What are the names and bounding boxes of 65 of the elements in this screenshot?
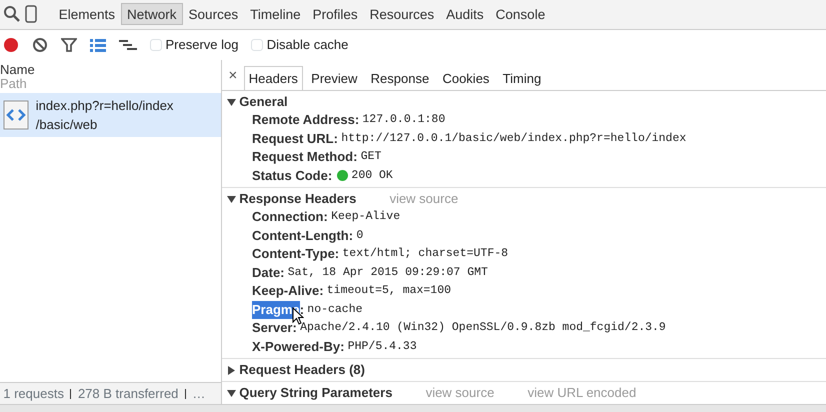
header-name: Server: — [252, 319, 297, 337]
section-title[interactable]: Request Headers (8) — [239, 361, 365, 379]
header-value: text/html; charset=UTF-8 — [342, 246, 508, 262]
panel-tab[interactable]: Elements — [52, 3, 122, 26]
checkbox-text[interactable]: Preserve log — [166, 35, 238, 55]
panel-tab[interactable]: Network — [121, 3, 183, 26]
request-path: /basic/web — [36, 116, 98, 134]
detail-tab[interactable]: Response — [366, 66, 434, 90]
header-name: Status Code: — [252, 166, 332, 184]
detail-tab[interactable]: Headers — [244, 66, 303, 90]
status-text: … — [192, 384, 206, 403]
column-header[interactable]: Name — [0, 63, 221, 78]
header-name: Date: — [252, 264, 285, 282]
header-value: Keep-Alive — [331, 209, 400, 225]
panel-tab[interactable]: Audits — [440, 3, 490, 26]
panel-tab[interactable]: Resources — [364, 3, 440, 26]
header-value: 127.0.0.1:80 — [362, 112, 446, 128]
filter-icon[interactable] — [61, 36, 78, 53]
phone-icon[interactable] — [24, 5, 36, 24]
separator-colon: : — [300, 300, 304, 316]
detail-tab[interactable]: Preview — [306, 66, 362, 90]
section-title[interactable]: Query String Parameters — [239, 384, 392, 402]
header-name: Content-Type: — [252, 245, 340, 263]
panel-tab[interactable]: Profiles — [306, 3, 364, 26]
checkbox[interactable] — [251, 38, 264, 51]
clear-icon[interactable] — [32, 36, 48, 53]
header-name: Content-Length: — [252, 226, 354, 245]
request-row[interactable]: index.php?r=hello/index /basic/web — [0, 92, 221, 137]
document-icon — [3, 100, 30, 130]
section-title[interactable]: Response Headers — [239, 190, 356, 208]
expanded-arrow-icon[interactable] — [227, 194, 236, 204]
header-name: Connection: — [252, 208, 328, 226]
header-value: 200 OK — [351, 168, 393, 184]
header-value: timeout=5, max=100 — [326, 283, 452, 299]
record-icon[interactable] — [3, 36, 20, 53]
waterfall-icon[interactable] — [119, 38, 138, 52]
header-name: Request URL: — [252, 130, 338, 148]
status-text: 278 B transferred — [78, 384, 178, 403]
detail-tab[interactable]: Cookies — [437, 66, 494, 90]
close-button[interactable]: × — [228, 64, 238, 87]
status-text: 1 requests — [3, 384, 64, 403]
header-value: 0 — [356, 228, 364, 244]
expanded-arrow-icon[interactable] — [227, 388, 236, 398]
request-name: index.php?r=hello/index — [36, 96, 174, 115]
header-value: no-cache — [307, 302, 363, 318]
header-name: Remote Address: — [252, 111, 360, 129]
header-value: Sat, 18 Apr 2015 09:29:07 GMT — [288, 264, 488, 280]
list-icon[interactable] — [90, 38, 106, 52]
detail-tab[interactable]: Timing — [498, 66, 546, 90]
checkbox-text[interactable]: Disable cache — [266, 35, 348, 55]
header-name: X-Powered-By: — [252, 338, 344, 356]
header-value: GET — [360, 149, 382, 165]
panel-tab[interactable]: Timeline — [244, 3, 307, 26]
collapsed-arrow-icon[interactable] — [227, 366, 236, 374]
checkbox[interactable] — [150, 38, 162, 51]
section-title[interactable]: General — [239, 93, 288, 111]
header-value: Apache/2.4.10 (Win32) OpenSSL/0.9.8zb mod_fcgid/2.3.9 — [300, 320, 666, 336]
header-value: http://127.0.0.1/basic/web/index.php?r=hello/index — [341, 130, 686, 146]
header-name: Keep-Alive: — [252, 282, 324, 300]
panel-tab[interactable]: Sources — [182, 3, 244, 26]
header-name: Request Method: — [252, 148, 358, 166]
header-value: PHP/5.4.33 — [348, 338, 417, 354]
expanded-arrow-icon[interactable] — [227, 98, 236, 106]
panel-tab[interactable]: Console — [490, 3, 552, 26]
search-icon[interactable] — [3, 5, 22, 24]
